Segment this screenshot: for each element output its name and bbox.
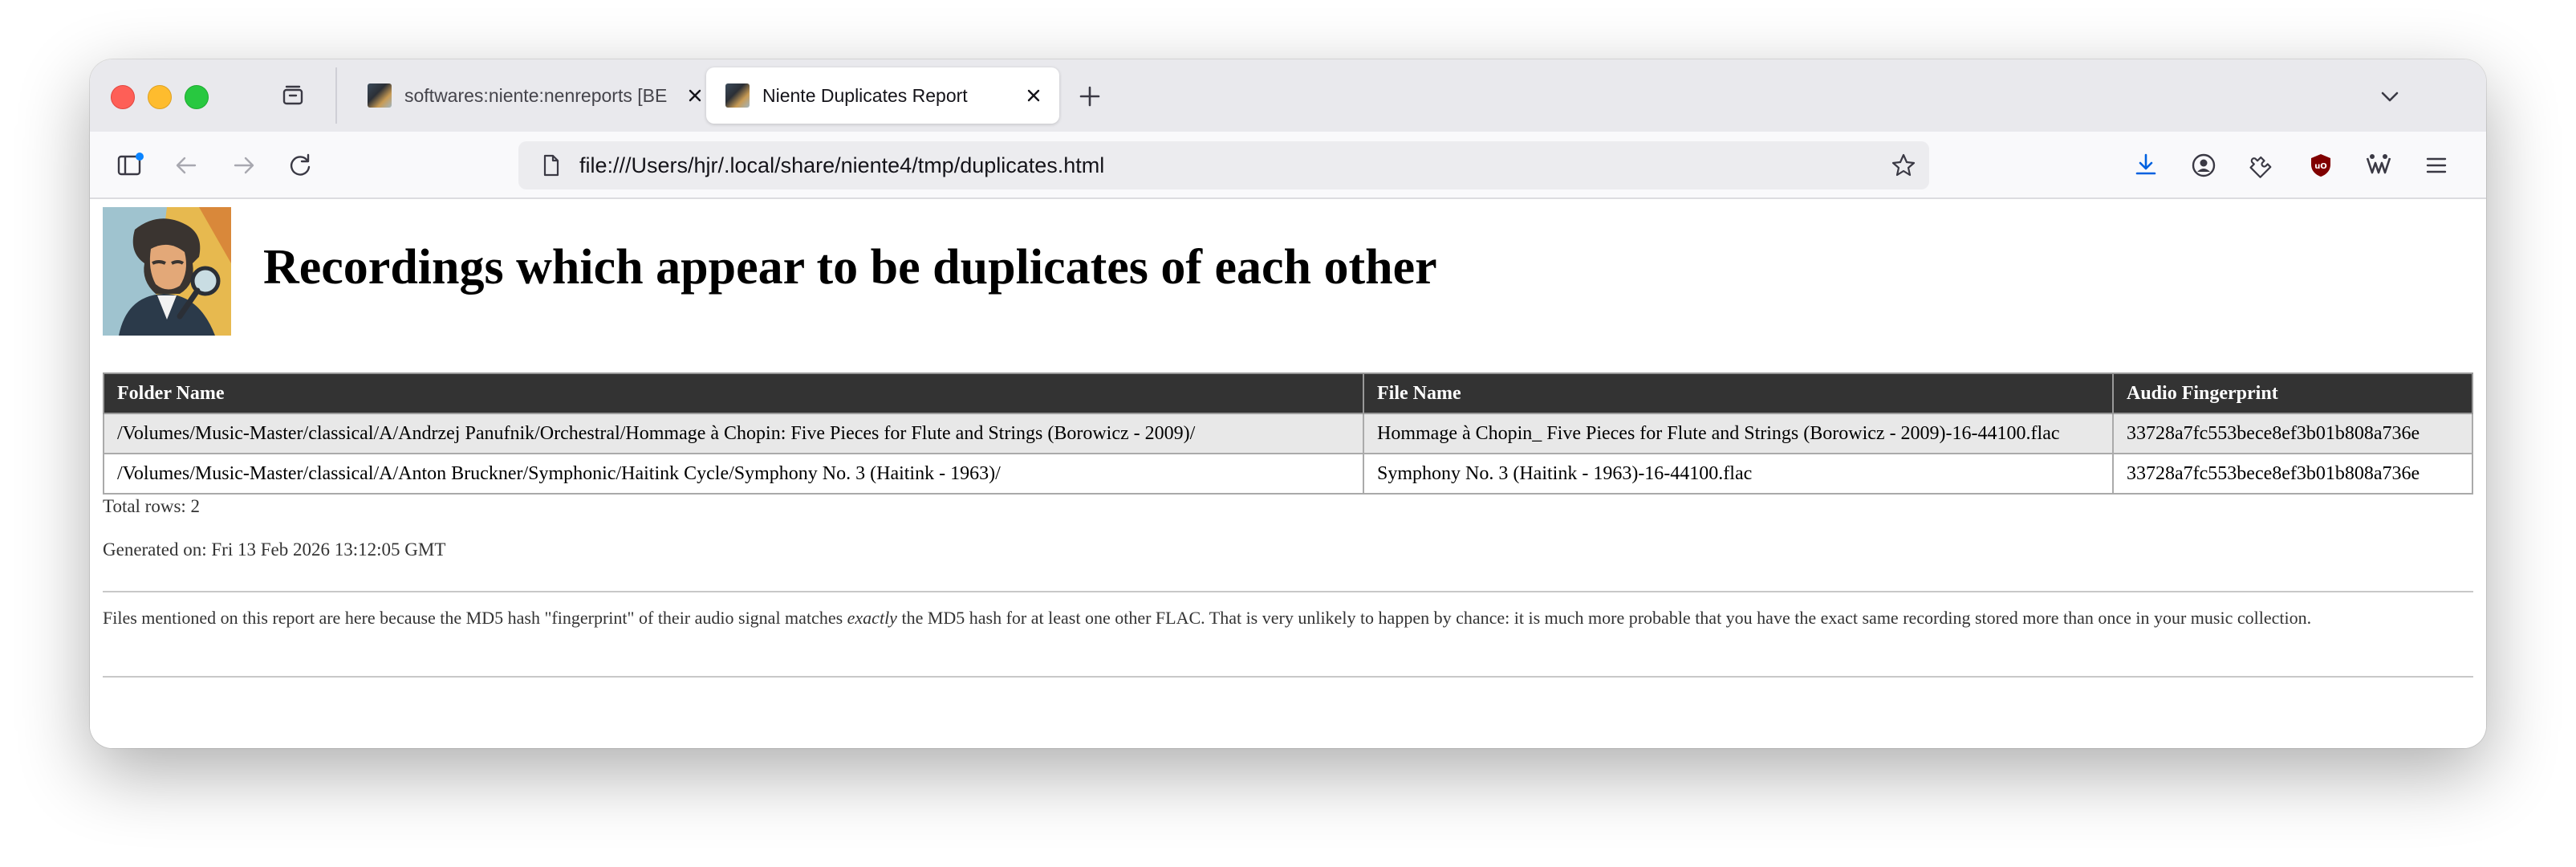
url-bar[interactable]: file:///Users/hjr/.local/share/niente4/t… [518, 141, 1929, 189]
new-tab-plus-icon[interactable] [1074, 80, 1106, 112]
total-rows-text: Total rows: 2 [103, 496, 201, 516]
note-text-after: the MD5 hash for at least one other FLAC… [896, 608, 2312, 628]
table-row: /Volumes/Music-Master/classical/A/Andrze… [103, 413, 2473, 454]
tab-title: softwares:niente:nenreports [BE [404, 84, 668, 106]
note-emphasis: exactly [847, 608, 897, 628]
tab-strip: softwares:niente:nenreports [BE Niente D… [90, 59, 2486, 132]
close-window-button[interactable] [111, 85, 135, 109]
tab-favicon [725, 83, 750, 108]
page-document-icon [534, 149, 567, 181]
generated-on-text: Generated on: Fri 13 Feb 2026 13:12:05 G… [103, 539, 446, 560]
tab-title: Niente Duplicates Report [762, 84, 968, 106]
column-header-audio-fingerprint: Audio Fingerprint [2112, 372, 2473, 414]
sidebar-toggle-icon[interactable] [112, 148, 148, 183]
folder-name-cell: /Volumes/Music-Master/classical/A/Andrze… [103, 413, 1364, 454]
column-header-file-name: File Name [1363, 372, 2114, 414]
forward-arrow-icon[interactable] [226, 148, 262, 183]
duplicates-table: Folder Name File Name Audio Fingerprint … [103, 372, 2473, 495]
tab-overview-icon[interactable] [279, 82, 307, 109]
fingerprint-cell: 33728a7fc553bece8ef3b01b808a736e [2112, 413, 2473, 454]
file-name-cell: Hommage à Chopin_ Five Pieces for Flute … [1363, 413, 2114, 454]
page-title: Recordings which appear to be duplicates… [263, 240, 1437, 295]
minimize-window-button[interactable] [148, 85, 172, 109]
column-header-folder-name: Folder Name [103, 372, 1364, 414]
svg-text:uO: uO [2314, 162, 2327, 171]
table-row: /Volumes/Music-Master/classical/A/Anton … [103, 453, 2473, 495]
zoom-window-button[interactable] [185, 85, 209, 109]
url-text[interactable]: file:///Users/hjr/.local/share/niente4/t… [579, 153, 1886, 178]
tab-separator [335, 67, 337, 124]
horizontal-rule [103, 591, 2473, 592]
note-text-before: Files mentioned on this report are here … [103, 608, 847, 628]
file-name-cell: Symphony No. 3 (Haitink - 1963)-16-44100… [1363, 453, 2114, 495]
beethoven-logo-image [103, 207, 231, 336]
page-content: Recordings which appear to be duplicates… [90, 199, 2486, 748]
app-menu-hamburger-icon[interactable] [2419, 148, 2454, 183]
reload-icon[interactable] [282, 148, 318, 183]
back-arrow-icon[interactable] [169, 148, 204, 183]
tab-duplicates-report[interactable]: Niente Duplicates Report [706, 67, 1059, 124]
ublock-origin-shield-icon[interactable]: uO [2303, 148, 2338, 183]
horizontal-rule [103, 676, 2473, 678]
report-explanation-note: Files mentioned on this report are here … [103, 607, 2473, 629]
navigation-toolbar: file:///Users/hjr/.local/share/niente4/t… [90, 132, 2486, 199]
fingerprint-cell: 33728a7fc553bece8ef3b01b808a736e [2112, 453, 2473, 495]
extension-glyph-icon[interactable] [2361, 148, 2396, 183]
extensions-puzzle-icon[interactable] [2244, 148, 2279, 183]
table-header-row: Folder Name File Name Audio Fingerprint [103, 372, 2473, 414]
bookmark-star-icon[interactable] [1886, 148, 1921, 183]
tab-favicon [368, 83, 392, 108]
close-tab-icon[interactable] [1018, 79, 1050, 112]
account-icon[interactable] [2186, 148, 2221, 183]
list-all-tabs-chevron-down-icon[interactable] [2374, 80, 2406, 112]
browser-window: softwares:niente:nenreports [BE Niente D… [90, 59, 2486, 748]
folder-name-cell: /Volumes/Music-Master/classical/A/Anton … [103, 453, 1364, 495]
downloads-icon[interactable] [2128, 148, 2164, 183]
